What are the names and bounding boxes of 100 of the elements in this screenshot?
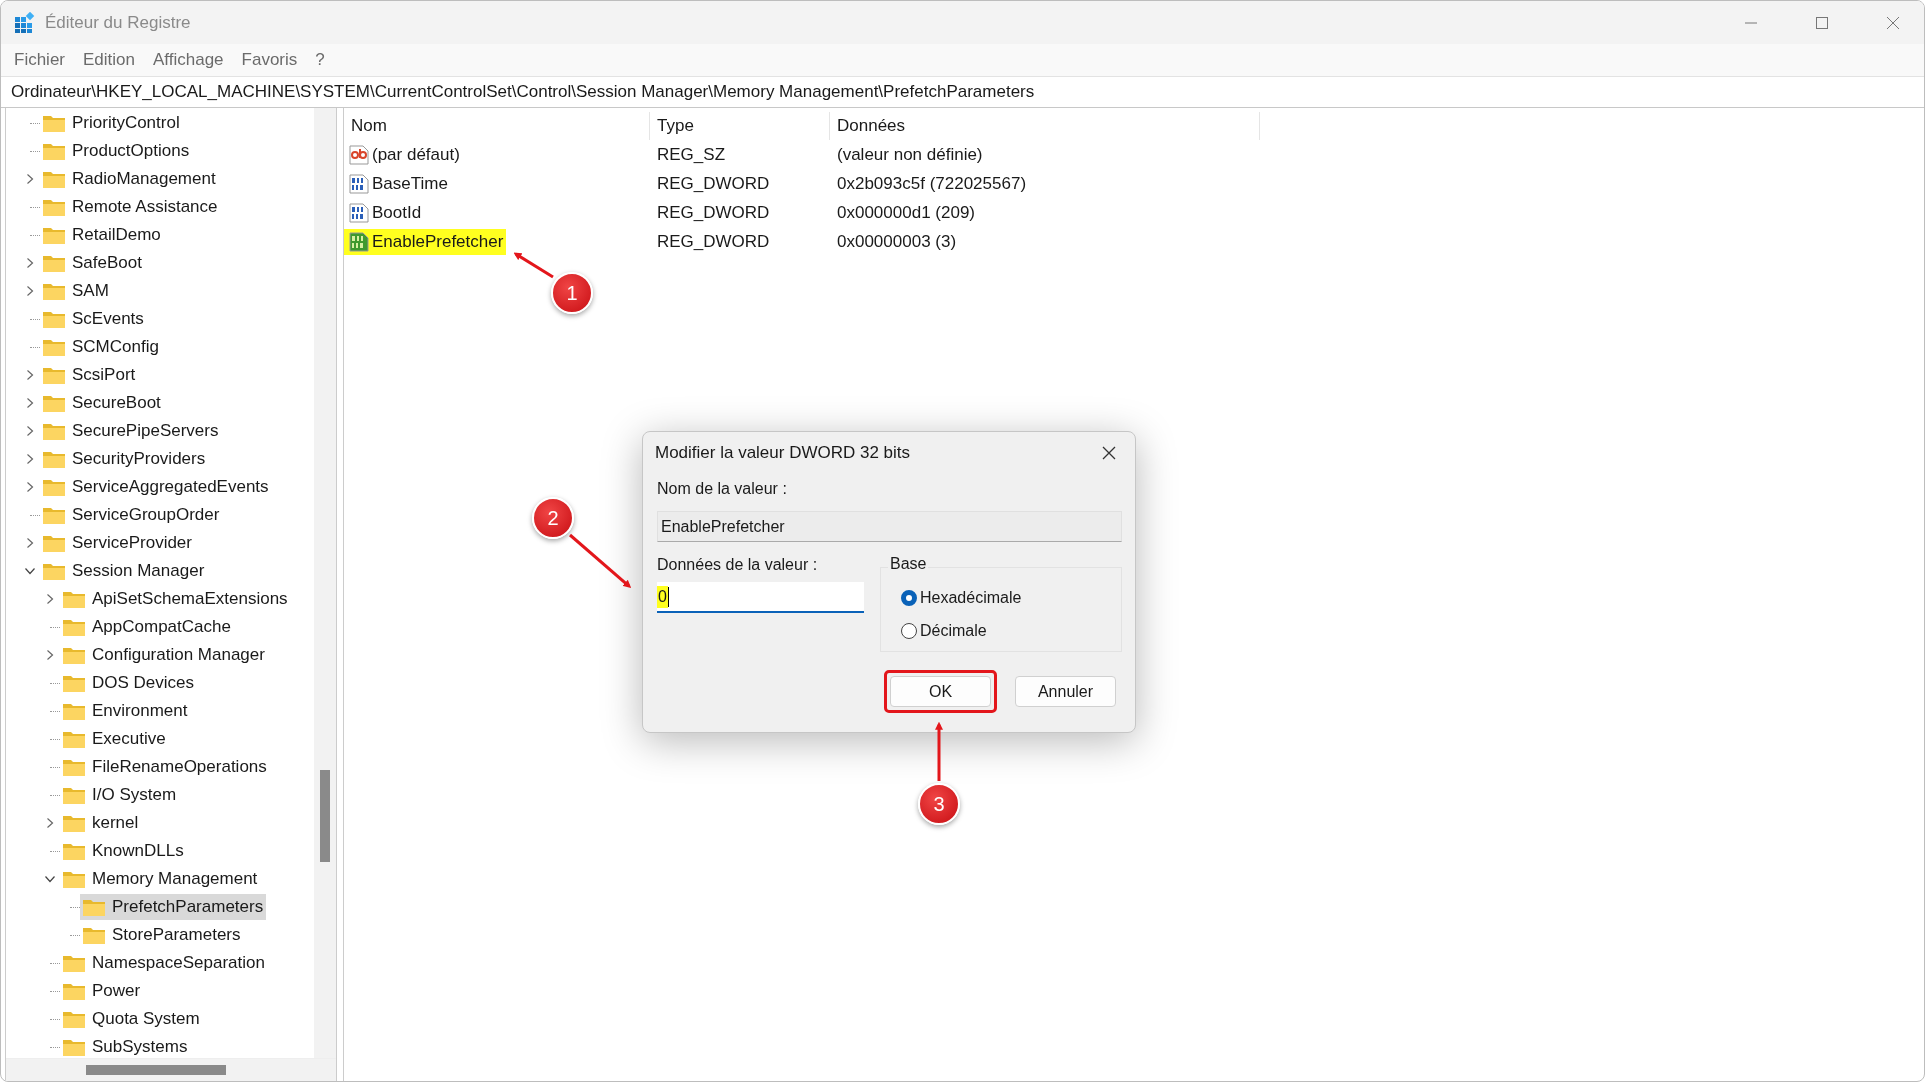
tree-item[interactable]: Configuration Manager [60,642,268,668]
chevron-right-icon[interactable] [25,481,35,493]
chevron-right-icon[interactable] [25,173,35,185]
tree-item[interactable]: KnownDLLs [60,838,187,864]
tree-item[interactable]: PrefetchParameters [80,894,267,920]
chevron-right-icon[interactable] [45,817,55,829]
folder-icon [42,337,66,357]
tree-item[interactable]: PriorityControl [40,110,183,136]
chevron-down-icon[interactable] [44,874,56,884]
chevron-right-icon[interactable] [25,425,35,437]
tree-item[interactable]: ServiceAggregatedEvents [40,474,272,500]
dialog-button[interactable]: OK [890,676,991,707]
tree-item[interactable]: RetailDemo [40,222,164,248]
chevron-right-icon[interactable] [45,593,55,605]
value-data: 0x00000003 (3) [836,231,958,252]
folder-icon [62,869,86,889]
value-name[interactable]: EnablePrefetcher [344,228,507,255]
folder-icon [62,953,86,973]
chevron-right-icon[interactable] [25,537,35,549]
callout-number: 1 [551,272,593,314]
folder-icon [62,645,86,665]
value-data: 0x2b093c5f (722025567) [836,173,1028,194]
value-name-field: EnablePrefetcher [657,511,1122,542]
tree-item[interactable]: SafeBoot [40,250,145,276]
chevron-right-icon[interactable] [25,397,35,409]
folder-icon [62,1037,86,1057]
value-data: (valeur non définie) [836,144,984,165]
folder-icon [42,253,66,273]
tree-item[interactable]: I/O System [60,782,180,808]
tree-item[interactable]: SCMConfig [40,334,162,360]
field-label: Données de la valeur : [657,556,819,575]
callout-arrow [935,721,943,781]
string-value-icon [349,144,369,165]
maximize-icon[interactable] [1815,15,1829,30]
column-header[interactable]: Nom [344,112,650,140]
binary-value-icon [349,202,369,223]
folder-icon [42,393,66,413]
address-bar[interactable]: Ordinateur\HKEY_LOCAL_MACHINE\SYSTEM\CurrentControlSet\Control\Session Manager\Memory Management\PrefetchParameters [1,76,1924,108]
tree-item[interactable]: FileRenameOperations [60,754,270,780]
tree-item[interactable]: Power [60,978,144,1004]
tree-item[interactable]: Memory Management [60,866,261,892]
tree-item[interactable]: Environment [60,698,191,724]
menu-item[interactable]: Affichage [144,47,233,73]
tree-item[interactable]: SecurityProviders [40,446,209,472]
binary-value-icon [349,231,369,252]
menu-item[interactable]: Favoris [232,47,307,73]
tree-item[interactable]: Quota System [60,1006,203,1032]
tree-item[interactable]: RadioManagement [40,166,219,192]
folder-icon [62,589,86,609]
tree-item[interactable]: SecurePipeServers [40,418,222,444]
value-name[interactable]: BaseTime [344,170,451,197]
callout-number: 3 [918,783,960,825]
tree-item[interactable]: ScEvents [40,306,147,332]
chevron-right-icon[interactable] [25,285,35,297]
tree-item[interactable]: ServiceProvider [40,530,195,556]
tree-item[interactable]: Session Manager [40,558,208,584]
menu-item[interactable]: ? [306,47,334,73]
folder-icon [62,673,86,693]
callout-arrow [569,533,632,588]
chevron-right-icon[interactable] [25,369,35,381]
value-type: REG_SZ [656,144,727,165]
tree-item[interactable]: DOS Devices [60,670,198,696]
chevron-down-icon[interactable] [24,566,36,576]
dialog-button[interactable]: Annuler [1015,676,1116,707]
tree-item[interactable]: Remote Assistance [40,194,221,220]
value-type: REG_DWORD [656,173,771,194]
menu-item[interactable]: Fichier [5,47,74,73]
tree-item[interactable]: AppCompatCache [60,614,234,640]
value-type: REG_DWORD [656,231,771,252]
callout-number: 2 [532,497,574,539]
chevron-right-icon[interactable] [45,649,55,661]
value-name[interactable]: BootId [344,199,425,226]
radio-option[interactable]: Décimale [901,614,987,647]
menu-item[interactable]: Edition [74,47,144,73]
value-name[interactable]: (par défaut) [344,141,463,168]
tree-item[interactable]: NamespaceSeparation [60,950,268,976]
tree-item[interactable]: kernel [60,810,142,836]
tree-item[interactable]: SecureBoot [40,390,164,416]
folder-icon [42,477,66,497]
radio-option[interactable]: Hexadécimale [901,581,1022,614]
tree-item[interactable]: ApiSetSchemaExtensions [60,586,291,612]
value-data-field[interactable]: 0 [657,582,864,613]
tree-item[interactable]: ProductOptions [40,138,193,164]
tree-item[interactable]: SAM [40,278,112,304]
chevron-right-icon[interactable] [25,453,35,465]
binary-value-icon [349,173,369,194]
tree-item[interactable]: ScsiPort [40,362,139,388]
tree-item[interactable]: Executive [60,726,169,752]
tree-item[interactable]: StoreParameters [80,922,244,948]
window-title: Éditeur du Registre [45,12,191,33]
folder-icon [82,897,106,917]
tree-item[interactable]: ServiceGroupOrder [40,502,223,528]
chevron-right-icon[interactable] [25,257,35,269]
scrollbar-thumb[interactable] [320,770,330,862]
tree-item[interactable]: SubSystems [60,1034,191,1058]
scrollbar-thumb[interactable] [86,1065,226,1075]
close-icon[interactable] [1101,445,1117,461]
folder-icon [42,365,66,385]
column-header[interactable]: Type [650,112,830,140]
column-header[interactable]: Données [830,112,1260,140]
